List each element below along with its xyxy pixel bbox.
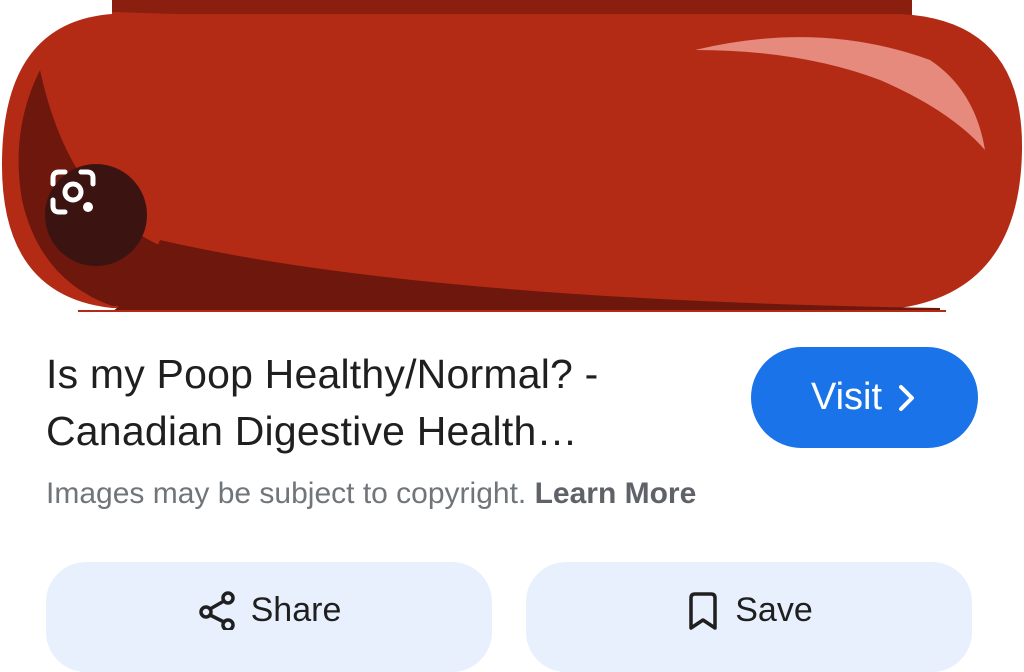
title-line-1: Is my Poop Healthy/Normal? - xyxy=(46,351,599,397)
google-lens-icon xyxy=(50,169,96,215)
share-icon xyxy=(198,591,235,630)
share-label: Share xyxy=(250,591,342,629)
copyright-notice: Images may be subject to copyright. Lear… xyxy=(46,474,696,514)
save-label: Save xyxy=(735,591,813,629)
chevron-right-icon xyxy=(899,384,915,411)
copyright-text: Images may be subject to copyright. xyxy=(46,477,527,510)
save-button[interactable]: Save xyxy=(526,562,972,672)
learn-more-link[interactable]: Learn More xyxy=(535,477,697,510)
title-line-2: Canadian Digestive Health… xyxy=(46,408,578,454)
bookmark-icon xyxy=(689,592,717,630)
red-pill-capsule-image xyxy=(1,0,1023,312)
result-title[interactable]: Is my Poop Healthy/Normal? - Canadian Di… xyxy=(46,346,726,460)
result-image[interactable] xyxy=(0,0,1024,318)
visit-button[interactable]: Visit xyxy=(751,347,978,448)
share-button[interactable]: Share xyxy=(46,562,492,672)
google-lens-button[interactable] xyxy=(45,164,147,266)
visit-button-label: Visit xyxy=(810,376,883,418)
